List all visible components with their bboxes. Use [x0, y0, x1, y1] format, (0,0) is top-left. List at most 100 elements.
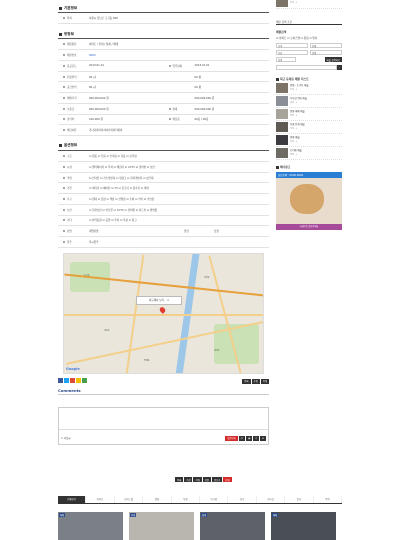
table-row: 가전 ☑ 세탁기 ☑ 에어컨 ☑ TV ☑ 건조기 ☑ 정수기 ☑ 비데 [58, 182, 269, 195]
thumbnail-image [276, 0, 288, 7]
row-value: 즉시입주 [88, 236, 269, 248]
row-label: 해당층 [172, 118, 180, 122]
map-label: 도곡동 [84, 274, 90, 277]
type-sub-select[interactable]: 전체 [310, 50, 342, 55]
list-item[interactable]: 원룸 매물 월세 · 0 [276, 135, 342, 147]
tab-all[interactable]: 전체보기 [58, 496, 87, 503]
row-label: 구조 [67, 154, 72, 158]
google-icon[interactable] [70, 377, 75, 383]
row-label: 주방 [67, 176, 72, 180]
row-label: 매물번호 [67, 54, 77, 58]
list-item[interactable]: 사무실 임대 매물 월세 · 0 [276, 96, 342, 108]
section-options-label: 옵션정보 [64, 143, 78, 148]
location-map[interactable]: 도곡동 역삼동 개포동 대치동 양재동 지도에서 보기 × Google [63, 252, 264, 374]
select-value: 전체 [312, 44, 317, 48]
delete-button[interactable]: 삭제 [260, 378, 269, 384]
tab-villa[interactable]: 빌라 [285, 496, 314, 503]
comment-input[interactable] [59, 407, 268, 430]
row-value: 84 ㎡ [88, 71, 164, 83]
listing-thumb[interactable]: 매매 [271, 512, 336, 540]
section-basic-title: 기본정보 [58, 4, 269, 13]
search-icon[interactable]: ⌕ [336, 65, 342, 70]
sidebar-checkboxes[interactable]: ☑ 아파트 ☑ 오피스텔 ☑ 원룸 ☑ 빌라 [276, 35, 342, 41]
tab-oneroom[interactable]: 원룸 [143, 496, 172, 503]
tab-tworoom[interactable]: 투룸 [172, 496, 201, 503]
search-button[interactable]: 매물 검색하기 [324, 57, 342, 62]
bullet-icon [63, 75, 65, 78]
comment-box: ☐ 비밀글 댓글등록 ☺ ▣ ⚲ ⚙ [58, 406, 269, 445]
item-meta: 매매 · 0 [290, 154, 298, 156]
settings-icon[interactable]: ⚙ [259, 435, 266, 441]
tab-store[interactable]: 상가 [228, 496, 257, 503]
list-item[interactable]: 투룸 전세 매물 전세 · 0 [276, 122, 342, 134]
basic-table: 위치 서울시 강남구 도곡동 000 [58, 13, 269, 25]
table-row: 주방 ☑ 인덕션 ☑ 가스레인지 ☑ 냉장고 ☑ 전자레인지 ☑ 싱크대 [58, 172, 269, 184]
write-button[interactable]: 글쓰기 [211, 477, 223, 482]
table-row: 준공년도 2010-01-01 입주날짜 2023-01-01 [58, 60, 269, 72]
bullet-icon [63, 54, 65, 57]
google-logo: Google [66, 366, 80, 371]
row-value: 100,000 원 [88, 114, 164, 126]
print-button[interactable]: 인쇄 [223, 477, 232, 482]
tab-office[interactable]: 사무실 [257, 496, 286, 503]
table-row: 시설 ☑ 엘리베이터 ☑ 주차 ☑ 베란다 ☑ CCTV ☑ 경비실 ☑ 보안 [58, 161, 269, 173]
row-value: 2023-01-01 [193, 60, 269, 72]
item-meta: 전세 · 0 [290, 2, 298, 4]
listing-thumb[interactable]: 월세 [200, 512, 265, 540]
search-input[interactable] [276, 65, 337, 70]
list-item[interactable]: 쓰리룸 매물 매매 · 0 [276, 148, 342, 160]
checkbox-icon[interactable]: ☐ [61, 437, 63, 440]
region-select[interactable]: 지역 [276, 43, 308, 48]
bullet-icon [63, 176, 65, 179]
tab-threeroom[interactable]: 쓰리룸 [200, 496, 229, 503]
twitter-icon[interactable] [64, 377, 69, 383]
emoji-icon[interactable]: ☺ [238, 435, 246, 441]
delete-button[interactable]: 삭제 [193, 477, 202, 482]
list-item[interactable]: 원룸 - 도곡동 매물 전세 · 0 [276, 83, 342, 95]
item-meta: 전세 · 0 [290, 89, 298, 91]
type-select[interactable]: 종류 [276, 50, 308, 55]
kakao-icon[interactable] [76, 377, 81, 383]
banner-ad[interactable]: 상담문의 : 0000-0000 지금바로 상담하세요 [276, 172, 342, 230]
list-button[interactable]: 목록 [242, 378, 251, 384]
table-row: 매물종류 아파트 / 전세 / 월세 / 매매 [58, 39, 269, 51]
row-value: 000,000,000 원 [88, 103, 164, 115]
table-row: 매매가격 000,000,000 원 000,000,000 원 [58, 92, 269, 104]
bullet-icon [63, 219, 65, 222]
row-label: 기타 [67, 219, 72, 223]
edit-button[interactable]: 수정 [251, 378, 260, 384]
listing-thumb[interactable]: 전세 [129, 512, 194, 540]
row-value: ☑ 반려동물 ☑ 흡연 ☑ 주차 ☑ 옥상 ☑ 창고 [88, 215, 269, 227]
tab-house[interactable]: 주택 [314, 496, 343, 503]
keyword-select[interactable]: 검색 [276, 57, 296, 62]
table-row: 기타 ☑ 반려동물 ☑ 흡연 ☑ 주차 ☑ 옥상 ☑ 창고 [58, 215, 269, 227]
row-value: 00 평 [193, 81, 269, 94]
section-icon [59, 144, 62, 148]
tab-officetel[interactable]: 오피스텔 [115, 496, 144, 503]
reply-button[interactable]: 답변 [202, 477, 211, 482]
listing-thumb[interactable]: 매매 [58, 512, 123, 540]
tab-apartment[interactable]: 아파트 [86, 496, 115, 503]
row-value-link[interactable]: 0000 [88, 49, 269, 62]
row-value: 00 평 [193, 71, 269, 83]
link-icon[interactable]: ⚲ [253, 435, 259, 441]
map-pin-icon[interactable] [158, 305, 167, 314]
image-icon[interactable]: ▣ [246, 435, 253, 441]
recent-title-label: 최근 등록된 매물 리스트 [280, 77, 309, 81]
row-value: 000,000,000 원 [88, 92, 164, 104]
list-item[interactable]: 원룸 매매 매물 매매 · 0 [276, 109, 342, 121]
recent-title: 최근 등록된 매물 리스트 [276, 76, 342, 82]
facebook-icon[interactable] [58, 377, 63, 383]
region-sub-select[interactable]: 전체 [310, 43, 342, 48]
sidebar-filter-title: 매물검색 [276, 30, 287, 34]
list-item[interactable]: 전세 · 0 [276, 0, 342, 9]
row-value: 개별난방 [88, 225, 183, 237]
list-button[interactable]: 목록 [175, 477, 184, 482]
band-icon[interactable] [82, 377, 87, 383]
submit-comment-button[interactable]: 댓글등록 [225, 435, 238, 441]
map-road [64, 313, 263, 316]
row-label: 가전 [67, 187, 72, 191]
thumbnail-image [276, 148, 288, 158]
close-icon[interactable]: × [167, 299, 169, 302]
edit-button[interactable]: 수정 [184, 477, 193, 482]
